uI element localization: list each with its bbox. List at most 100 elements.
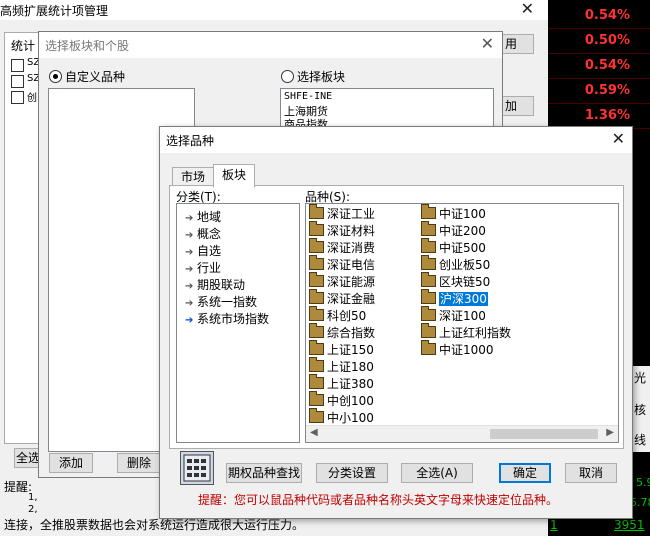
folder-icon xyxy=(309,340,324,355)
ok-button[interactable]: 确定 xyxy=(499,463,551,483)
tab-sector[interactable]: 板块 xyxy=(213,164,255,188)
variety-item[interactable]: 深证100 xyxy=(421,306,486,325)
scrollbar-thumb[interactable] xyxy=(490,429,598,439)
folder-icon xyxy=(421,255,436,270)
variety-item[interactable]: 创业板50 xyxy=(421,255,490,274)
variety-item[interactable]: 中证100 xyxy=(421,204,486,223)
checkbox[interactable] xyxy=(11,75,24,88)
variety-item[interactable]: 中证200 xyxy=(421,221,486,240)
variety-item[interactable]: 综合指数 xyxy=(309,323,375,342)
variety-item[interactable]: 区块链50 xyxy=(421,272,490,291)
variety-item[interactable]: 深证材料 xyxy=(309,221,375,240)
arrow-icon: ➔ xyxy=(185,315,194,326)
bg-right-button-2[interactable]: 加 xyxy=(498,96,534,116)
variety-item[interactable]: 科创50 xyxy=(309,306,366,325)
arrow-icon: ➔ xyxy=(185,281,194,292)
check-label: 创 xyxy=(27,93,37,104)
folder-icon xyxy=(421,238,436,253)
variety-item[interactable]: 上证380 xyxy=(309,374,374,393)
variety-item[interactable]: 深证电信 xyxy=(309,255,375,274)
quote-value: 1 xyxy=(550,518,558,532)
close-icon[interactable]: ✕ xyxy=(481,34,494,53)
arrow-icon: ➔ xyxy=(185,264,194,275)
folder-icon xyxy=(309,221,324,236)
category-item[interactable]: ➔ 地域 xyxy=(185,208,221,225)
quote-row[interactable]: 0.54% xyxy=(548,4,650,29)
select-all-button[interactable]: 全选(A) xyxy=(401,463,473,483)
mid-dialog-title: 选择板块和个股 xyxy=(45,39,130,53)
option-search-button[interactable]: 期权品种查找 xyxy=(226,463,302,483)
category-list[interactable]: ➔ 地域 ➔ 概念 ➔ 自选 ➔ 行业 ➔ 期股联动 ➔ 系统一指数 ➔ 系统市场指数 xyxy=(176,203,300,443)
quote-bottom-text: 光 xyxy=(634,371,647,385)
category-item-selected[interactable]: ➔ 系统市场指数 xyxy=(185,310,269,327)
folder-icon xyxy=(309,357,324,372)
folder-icon xyxy=(421,272,436,287)
variety-item[interactable]: 深证消费 xyxy=(309,238,375,257)
main-dialog-title: 选择品种 xyxy=(166,134,215,148)
quote-row[interactable]: 0.59% xyxy=(548,79,650,104)
folder-icon xyxy=(309,306,324,321)
folder-icon xyxy=(421,204,436,219)
cancel-button[interactable]: 取消 xyxy=(565,463,617,483)
checkbox[interactable] xyxy=(11,59,24,72)
scroll-left-icon[interactable]: ◀ xyxy=(310,427,318,438)
tab-panel: 分类(T): 品种(S): ➔ 地域 ➔ 概念 ➔ 自选 ➔ 行业 ➔ 期股联动 ➔ 系统一… xyxy=(169,185,624,449)
folder-icon xyxy=(309,272,324,287)
variety-item[interactable]: 中证500 xyxy=(421,238,486,257)
bg-right-button-1[interactable]: 用 xyxy=(498,34,534,54)
bg-window-title: 高频扩展统计项管理 xyxy=(0,4,109,18)
folder-icon xyxy=(309,204,324,219)
category-item[interactable]: ➔ 自选 xyxy=(185,242,221,259)
category-item[interactable]: ➔ 行业 xyxy=(185,259,221,276)
radio-custom[interactable] xyxy=(49,70,62,83)
folder-icon xyxy=(421,289,436,304)
folder-icon xyxy=(309,323,324,338)
select-variety-dialog: 选择品种 ✕ 市场 板块 分类(T): 品种(S): ➔ 地域 ➔ 概念 ➔ 自选 ➔… xyxy=(159,126,633,519)
sector-item[interactable]: SHFE-INE xyxy=(284,91,332,102)
quote-value: 3951 xyxy=(614,518,645,532)
category-settings-button[interactable]: 分类设置 xyxy=(316,463,388,483)
category-item[interactable]: ➔ 概念 xyxy=(185,225,221,242)
variety-item[interactable]: 上证180 xyxy=(309,357,374,376)
variety-item-selected[interactable]: 沪深300 xyxy=(421,289,488,308)
close-icon[interactable]: ✕ xyxy=(612,129,625,148)
close-icon[interactable]: ✕ xyxy=(521,0,534,18)
hint-text: 提醒：您可以鼠品种代码或者品种名称头英文字母来快速定位品种。 xyxy=(198,493,559,507)
category-item[interactable]: ➔ 系统一指数 xyxy=(185,293,257,310)
arrow-icon: ➔ xyxy=(185,230,194,241)
scroll-right-icon[interactable]: ▶ xyxy=(606,427,614,438)
folder-icon xyxy=(309,374,324,389)
checkbox[interactable] xyxy=(11,91,24,104)
variety-list[interactable]: 深证工业 深证材料 深证消费 深证电信 深证能源 深证金融 科创50 综合指数 … xyxy=(305,203,619,443)
variety-item[interactable]: 中创100 xyxy=(309,391,374,410)
variety-item[interactable]: 上证150 xyxy=(309,340,374,359)
folder-icon xyxy=(421,221,436,236)
category-item[interactable]: ➔ 期股联动 xyxy=(185,276,245,293)
keyboard-icon[interactable] xyxy=(180,451,214,485)
quote-row[interactable]: 0.54% xyxy=(548,54,650,79)
radio-sector[interactable] xyxy=(281,70,294,83)
variety-item[interactable]: 深证能源 xyxy=(309,272,375,291)
folder-icon xyxy=(309,408,324,423)
variety-item[interactable]: 深证金融 xyxy=(309,289,375,308)
arrow-icon: ➔ xyxy=(185,247,194,258)
bg-hint-line: 2, xyxy=(28,504,38,515)
folder-icon xyxy=(309,255,324,270)
stat-label: 统计 xyxy=(11,39,36,53)
folder-icon xyxy=(421,323,436,338)
radio-custom-label: 自定义品种 xyxy=(65,70,126,84)
variety-item[interactable]: 中证1000 xyxy=(421,340,494,359)
quote-value: 5.9 xyxy=(636,476,650,489)
arrow-icon: ➔ xyxy=(185,298,194,309)
horizontal-scrollbar[interactable]: ◀ ▶ xyxy=(306,425,618,442)
stat-panel: 统计 SZ SZ 创 xyxy=(4,32,42,444)
variety-item[interactable]: 上证红利指数 xyxy=(421,323,511,342)
radio-sector-label: 选择板块 xyxy=(297,70,346,84)
arrow-icon: ➔ xyxy=(185,213,194,224)
folder-icon xyxy=(421,340,436,355)
add-button[interactable]: 添加 xyxy=(49,453,93,473)
delete-button[interactable]: 删除 xyxy=(117,453,161,473)
tab-market[interactable]: 市场 xyxy=(172,167,214,186)
quote-row[interactable]: 0.50% xyxy=(548,29,650,54)
variety-item[interactable]: 深证工业 xyxy=(309,204,375,223)
